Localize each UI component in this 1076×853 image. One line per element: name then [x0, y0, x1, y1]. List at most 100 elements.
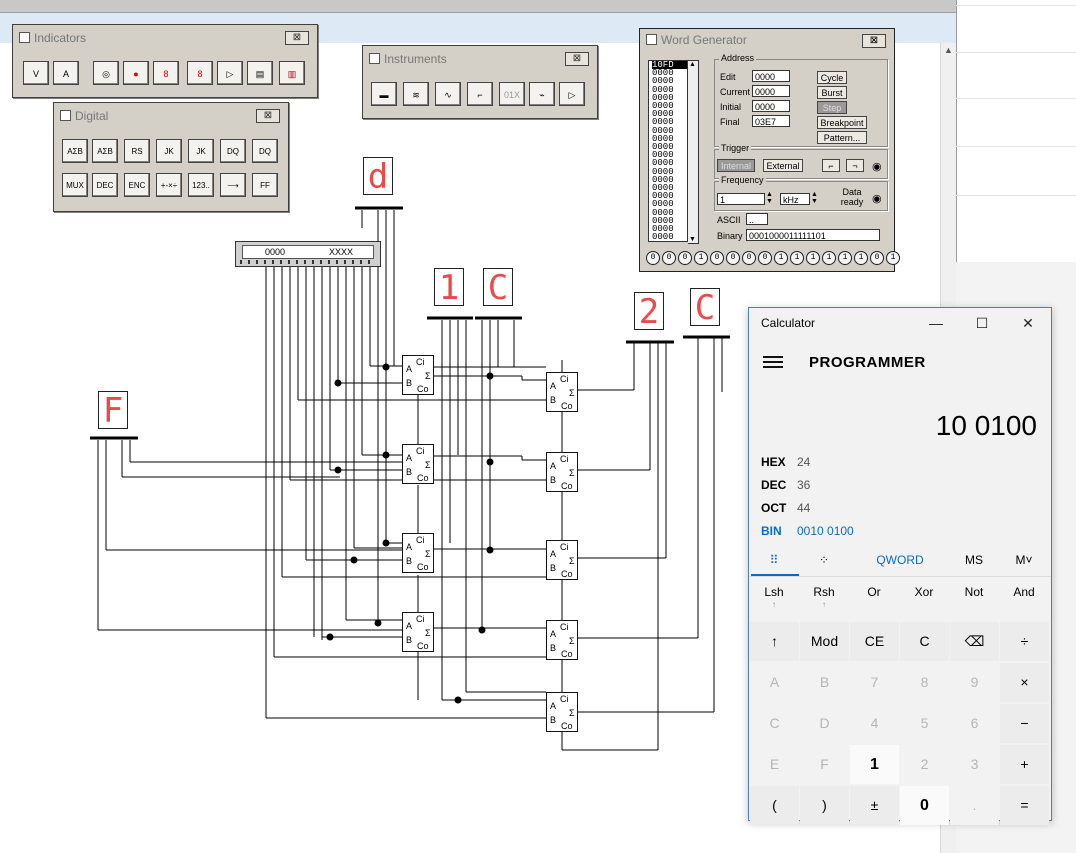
output-bit-terminal[interactable]: 0 — [870, 251, 884, 265]
full-adder[interactable]: Ci A Σ B Co — [546, 372, 578, 412]
word-generator-titlebar[interactable]: Word Generator — [644, 32, 747, 48]
output-bit-terminal[interactable]: 0 — [726, 251, 740, 265]
counters-button[interactable]: 123.. — [188, 173, 214, 197]
output-bit-terminal[interactable]: 1 — [790, 251, 804, 265]
rs-flipflop-icon[interactable]: RS — [124, 139, 150, 163]
word-list-item[interactable]: 0000 — [652, 233, 687, 241]
word-size-button[interactable]: QWORD — [867, 544, 933, 576]
decoded-bargraph-icon[interactable]: ▥ — [279, 61, 305, 85]
key-5-button[interactable]: 5 — [900, 704, 949, 743]
initial-address-field[interactable]: 0000 — [752, 100, 790, 112]
trigger-terminal-icon[interactable]: ◉ — [872, 160, 882, 173]
key-c-button[interactable]: C — [750, 704, 799, 743]
output-bit-terminal[interactable]: 0 — [742, 251, 756, 265]
multimeter-icon[interactable]: ▬ — [371, 82, 397, 106]
shift-register-icon[interactable]: ⟶ — [220, 173, 246, 197]
full-adder[interactable]: Ci A Σ B Co — [402, 533, 434, 573]
close-button[interactable]: ⊠ — [285, 31, 309, 45]
word-list-scrollbar[interactable]: ▲ ▼ — [688, 60, 699, 244]
radix-row-oct[interactable]: OCT 44 — [761, 501, 810, 515]
output-bit-terminal[interactable]: 1 — [774, 251, 788, 265]
d-flipflop-async-icon[interactable]: DQ — [252, 139, 278, 163]
output-bit-terminal[interactable]: 1 — [806, 251, 820, 265]
output-bit-terminal[interactable]: 1 — [838, 251, 852, 265]
equals-button[interactable]: = — [1000, 786, 1049, 825]
window-menu-icon[interactable] — [646, 34, 657, 45]
minimize-button[interactable]: — — [913, 312, 959, 334]
negate-button[interactable]: ± — [850, 786, 899, 825]
d-flipflop-icon[interactable]: DQ — [220, 139, 246, 163]
unit-spinner-icon[interactable]: ▲ ▼ — [811, 191, 818, 205]
full-adder[interactable]: Ci A Σ B Co — [546, 452, 578, 492]
frequency-value-field[interactable]: 1 — [717, 193, 765, 205]
instruments-palette[interactable]: Instruments ⊠ ▬ ≋ ∿ ⌐ 01X ⌁ ▷ — [362, 45, 598, 119]
clear-button[interactable]: C — [900, 622, 949, 661]
rising-edge-icon[interactable]: ⌐ — [822, 159, 840, 172]
close-button[interactable]: ⊠ — [565, 52, 589, 66]
close-button[interactable]: ✕ — [1005, 312, 1051, 334]
ascii-field[interactable]: .. — [746, 213, 768, 225]
bargraph-icon[interactable]: ▤ — [247, 61, 273, 85]
mod-button[interactable]: Mod — [800, 622, 849, 661]
full-keypad-icon[interactable]: ⠿ — [763, 544, 785, 576]
decoded-display-icon[interactable]: 8 — [187, 61, 213, 85]
bulb-icon[interactable]: ◎ — [93, 61, 119, 85]
ammeter-icon[interactable]: A — [53, 61, 79, 85]
word-list[interactable]: 10FD 0000 0000 0000 0000 0000 0000 0000 0000 0000… — [648, 60, 688, 242]
logic-analyzer-icon[interactable]: ⌁ — [529, 82, 555, 106]
key-f-button[interactable]: F — [800, 745, 849, 784]
key-0-button[interactable]: 0 — [900, 786, 949, 825]
cycle-button[interactable]: Cycle — [817, 71, 847, 84]
add-button[interactable]: + — [1000, 745, 1049, 784]
rsh-button[interactable]: Rsh ↑ — [799, 582, 849, 609]
breakpoint-button[interactable]: Breakpoint — [817, 116, 867, 129]
jk-flipflop-icon[interactable]: JK — [156, 139, 182, 163]
key-6-button[interactable]: 6 — [950, 704, 999, 743]
decimal-button[interactable]: . — [950, 786, 999, 825]
backspace-button[interactable]: ⌫ — [950, 622, 999, 661]
word-generator-window[interactable]: Word Generator ⊠ 10FD 0000 0000 0000 0000 000… — [639, 28, 900, 272]
full-adder[interactable]: Ci A Σ B Co — [402, 612, 434, 652]
palette-menu-icon[interactable] — [60, 110, 71, 121]
close-button[interactable]: ⊠ — [862, 34, 886, 48]
output-bit-terminal[interactable]: 1 — [854, 251, 868, 265]
bus-connector[interactable]: 0000 XXXX — [235, 241, 381, 267]
key-4-button[interactable]: 4 — [850, 704, 899, 743]
radix-row-bin[interactable]: BIN 0010 0100 — [761, 524, 854, 538]
binary-field[interactable]: 0001000011111101 — [746, 229, 880, 241]
burst-button[interactable]: Burst — [817, 86, 847, 99]
and-button[interactable]: And — [999, 582, 1049, 602]
scroll-down-arrow-icon[interactable]: ▼ — [689, 236, 696, 243]
hamburger-menu-icon[interactable] — [763, 356, 783, 370]
key-e-button[interactable]: E — [750, 745, 799, 784]
palette-menu-icon[interactable] — [369, 53, 380, 64]
frequency-unit-field[interactable]: kHz — [780, 193, 810, 205]
scroll-up-arrow-icon[interactable]: ▲ — [689, 61, 696, 68]
indicators-palette-titlebar[interactable]: Indicators — [17, 29, 313, 47]
digital-palette[interactable]: Digital ⊠ AΣB AΣB RS JK JK DQ DQ MUX DEC… — [53, 102, 289, 212]
key-b-button[interactable]: B — [800, 663, 849, 702]
open-paren-button[interactable]: ( — [750, 786, 799, 825]
or-button[interactable]: Or — [849, 582, 899, 602]
oscilloscope-icon[interactable]: ∿ — [435, 82, 461, 106]
data-ready-terminal-icon[interactable]: ◉ — [872, 192, 882, 205]
shift-up-button[interactable]: ↑ — [750, 622, 799, 661]
multiply-button[interactable]: × — [1000, 663, 1049, 702]
current-address-field[interactable]: 0000 — [752, 85, 790, 97]
full-adder[interactable]: Ci A Σ B Co — [546, 540, 578, 580]
jk-flipflop-async-icon[interactable]: JK — [188, 139, 214, 163]
key-3-button[interactable]: 3 — [950, 745, 999, 784]
clear-entry-button[interactable]: CE — [850, 622, 899, 661]
instruments-palette-titlebar[interactable]: Instruments — [367, 50, 593, 68]
output-bit-terminal[interactable]: 1 — [694, 251, 708, 265]
key-2-button[interactable]: 2 — [900, 745, 949, 784]
half-adder-icon[interactable]: AΣB — [62, 139, 88, 163]
enc-button[interactable]: ENC — [124, 173, 150, 197]
hex-display-c-right[interactable]: C — [690, 288, 720, 327]
memory-list-button[interactable]: M˅ — [1007, 544, 1041, 576]
flipflops-button[interactable]: FF — [252, 173, 278, 197]
step-button[interactable]: Step — [817, 101, 847, 114]
seven-segment-icon[interactable]: 8 — [153, 61, 179, 85]
bode-plotter-icon[interactable]: ⌐ — [467, 82, 493, 106]
digital-palette-titlebar[interactable]: Digital — [58, 107, 284, 125]
